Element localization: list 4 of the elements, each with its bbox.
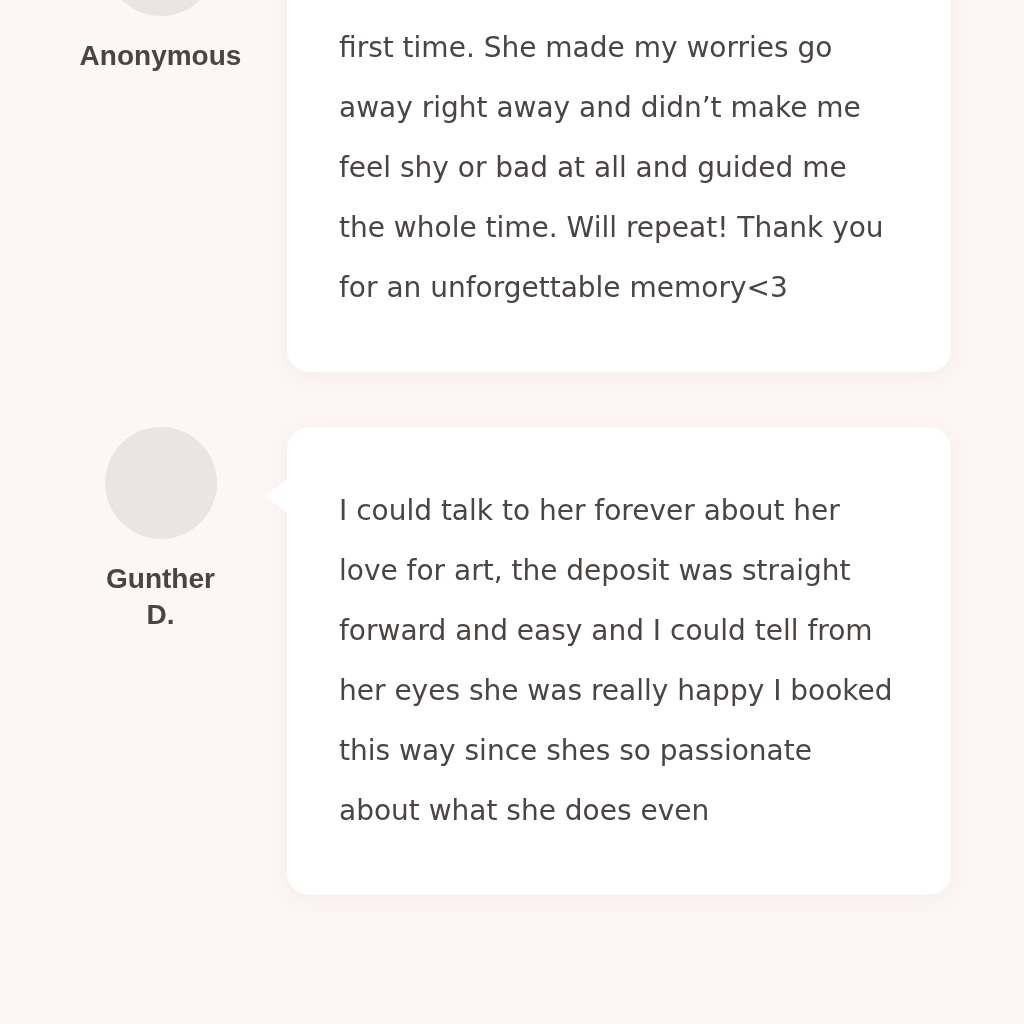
review-text: first time. She made my worries go away right away and didn’t make me feel shy or bad at all and guided me the whole time. Will repeat! Thank you for an unforgettable memory<3 [339, 30, 885, 306]
reviewer-name: Gunther D. [106, 562, 215, 632]
review-text: I could talk to her forever about her love for art, the deposit was straight forward and easy and I could tell from her eyes she was really happy I booked this way since shes so passionate about what she does even [339, 493, 894, 829]
reviewer-name: Anonymous [79, 39, 242, 73]
